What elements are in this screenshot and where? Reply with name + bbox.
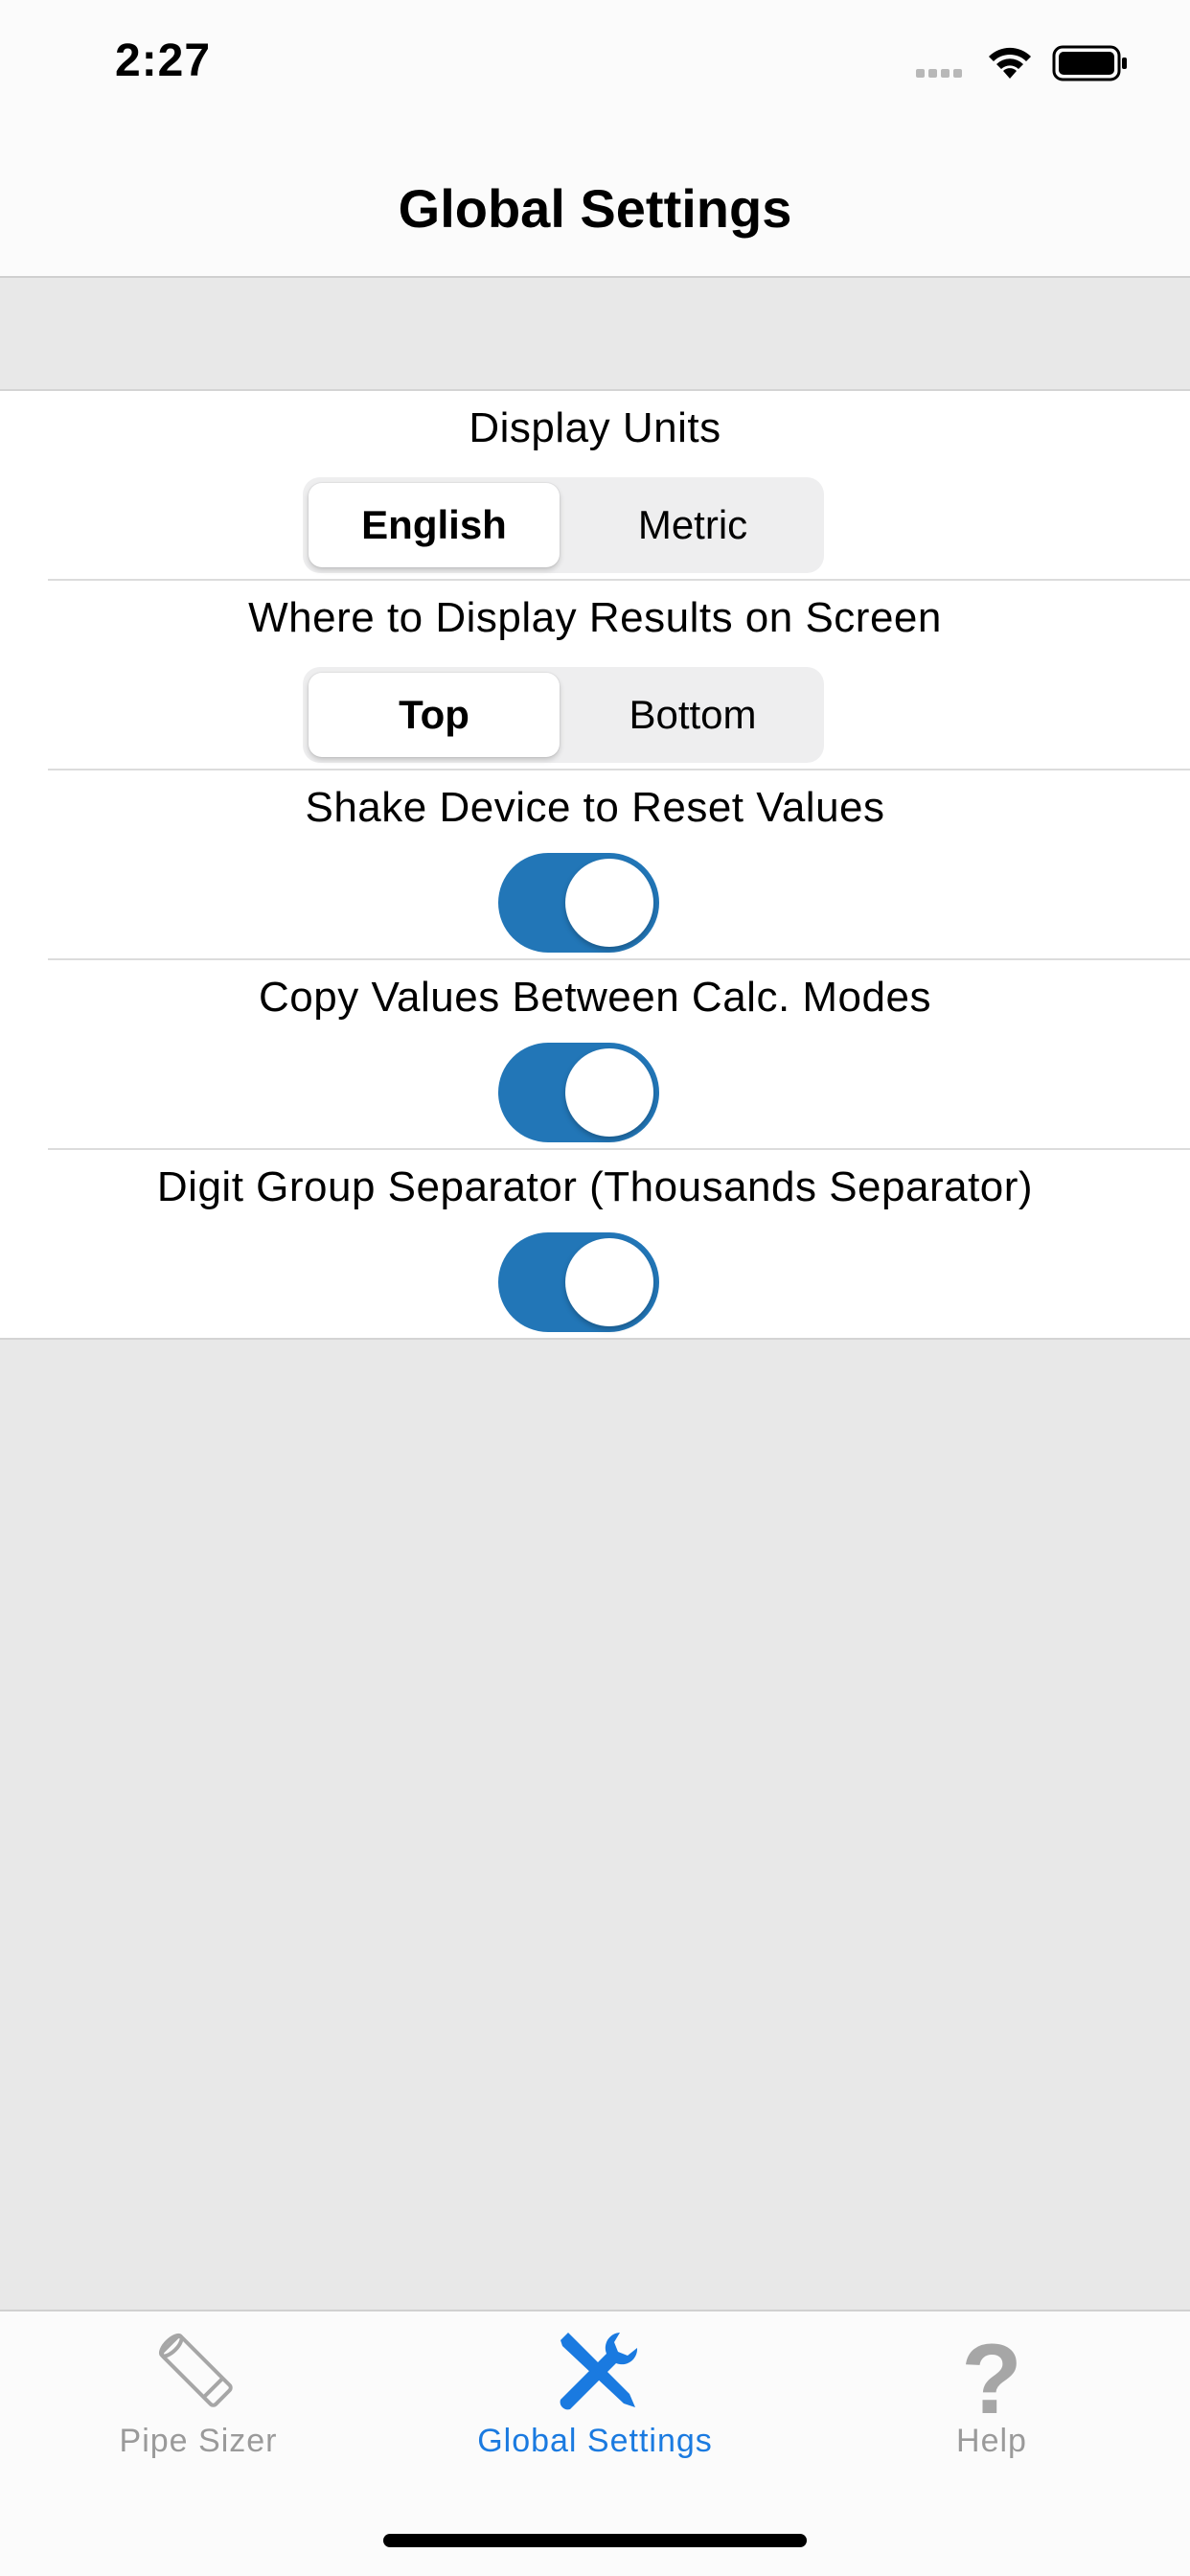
digit-separator-label: Digit Group Separator (Thousands Separat…: [156, 1163, 1034, 1210]
wifi-icon: [985, 42, 1035, 85]
display-units-label: Display Units: [469, 404, 721, 451]
toggle-knob: [565, 1048, 653, 1137]
copy-values-toggle[interactable]: [498, 1043, 659, 1142]
tab-label-global-settings: Global Settings: [477, 2423, 713, 2459]
tab-pipe-sizer[interactable]: Pipe Sizer: [0, 2312, 397, 2503]
results-position-segmented-control: Top Bottom: [303, 667, 824, 763]
shake-reset-row: Shake Device to Reset Values: [0, 770, 1190, 960]
segment-top[interactable]: Top: [309, 673, 560, 757]
shake-reset-toggle[interactable]: [498, 853, 659, 953]
toggle-knob: [565, 1238, 653, 1326]
digit-separator-toggle[interactable]: [498, 1232, 659, 1332]
tab-label-pipe-sizer: Pipe Sizer: [119, 2423, 278, 2459]
results-position-row: Where to Display Results on Screen Top B…: [0, 581, 1190, 770]
segment-bottom[interactable]: Bottom: [567, 673, 818, 757]
tab-help[interactable]: ? Help: [793, 2312, 1190, 2503]
copy-values-row: Copy Values Between Calc. Modes: [0, 960, 1190, 1150]
settings-group: Display Units English Metric Where to Di…: [0, 389, 1190, 1340]
navigation-bar: Global Settings: [0, 134, 1190, 278]
toggle-knob: [565, 859, 653, 947]
digit-separator-row: Digit Group Separator (Thousands Separat…: [0, 1150, 1190, 1340]
status-time: 2:27: [115, 35, 212, 86]
pipe-icon: [150, 2325, 246, 2421]
status-bar: 2:27: [0, 0, 1190, 134]
tab-global-settings[interactable]: Global Settings: [397, 2312, 793, 2503]
tab-label-help: Help: [956, 2423, 1027, 2459]
wrench-screwdriver-icon: [547, 2325, 643, 2421]
results-position-label: Where to Display Results on Screen: [248, 594, 942, 641]
copy-values-label: Copy Values Between Calc. Modes: [259, 974, 931, 1021]
display-units-row: Display Units English Metric: [0, 391, 1190, 581]
svg-text:?: ?: [961, 2325, 1022, 2421]
display-units-segmented-control: English Metric: [303, 477, 824, 573]
question-mark-icon: ?: [944, 2324, 1040, 2435]
segment-metric[interactable]: Metric: [567, 483, 818, 567]
page-title: Global Settings: [398, 178, 792, 239]
signal-dots-icon: [916, 65, 966, 82]
segment-english[interactable]: English: [309, 483, 560, 567]
home-indicator[interactable]: [383, 2534, 807, 2547]
battery-icon: [1052, 44, 1129, 87]
shake-reset-label: Shake Device to Reset Values: [305, 784, 885, 831]
